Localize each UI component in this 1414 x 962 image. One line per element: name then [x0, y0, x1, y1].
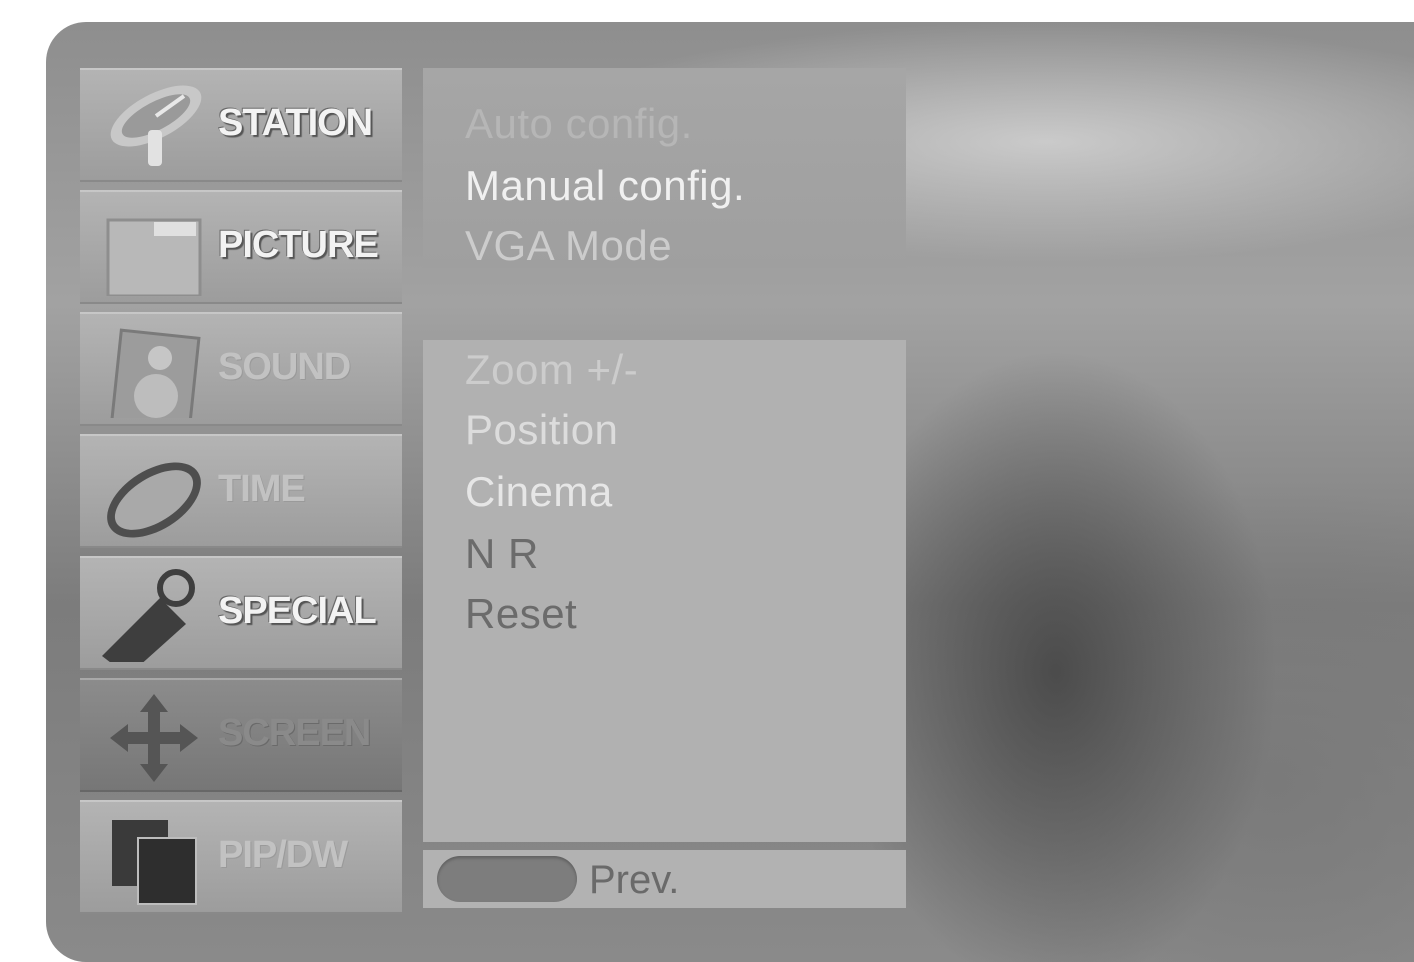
menu-item-label: SOUND [218, 346, 351, 388]
submenu-item-reset[interactable]: Reset [465, 590, 577, 638]
submenu-item-manual-config[interactable]: Manual config. [465, 162, 745, 210]
menu-item-label: PICTURE [218, 224, 379, 266]
menu-item-label: PIP/DW [218, 834, 348, 876]
menu-item-picture[interactable]: PICTURE [80, 190, 402, 304]
prev-label: Prev. [589, 858, 680, 902]
footer-bar: Prev. [423, 850, 906, 908]
menu-item-label: SPECIAL [218, 590, 377, 632]
menu-item-label: STATION [218, 102, 373, 144]
pip-windows-icon [112, 820, 197, 905]
main-menu-sidebar: STATION PICTURE SOUND TIME SPECIAL SCREE… [80, 68, 402, 914]
prev-button[interactable] [437, 856, 577, 902]
menu-item-pip-dw[interactable]: PIP/DW [80, 800, 402, 914]
submenu-item-auto-config[interactable]: Auto config. [465, 100, 693, 148]
tag-icon [102, 569, 195, 662]
submenu-item-vga-mode[interactable]: VGA Mode [465, 222, 672, 270]
menu-item-label: TIME [218, 468, 306, 510]
move-arrows-icon [110, 694, 198, 782]
speaker-icon [109, 328, 201, 418]
clock-icon [107, 462, 201, 538]
submenu-item-position[interactable]: Position [465, 406, 618, 454]
menu-item-station[interactable]: STATION [80, 68, 402, 182]
submenu-item-nr[interactable]: N R [465, 530, 539, 578]
submenu-item-zoom[interactable]: Zoom +/- [465, 346, 638, 394]
config-submenu-panel: Auto config. Manual config. VGA Mode [423, 68, 906, 270]
menu-item-screen[interactable]: SCREEN [80, 678, 402, 792]
satellite-dish-icon [110, 85, 202, 166]
submenu-item-cinema[interactable]: Cinema [465, 468, 613, 516]
screen-submenu-panel: Zoom +/- Position Cinema N R Reset [423, 340, 906, 842]
menu-item-label: SCREEN [218, 712, 371, 754]
menu-item-sound[interactable]: SOUND [80, 312, 402, 426]
menu-item-special[interactable]: SPECIAL [80, 556, 402, 670]
picture-frame-icon [106, 218, 202, 296]
menu-item-time[interactable]: TIME [80, 434, 402, 548]
